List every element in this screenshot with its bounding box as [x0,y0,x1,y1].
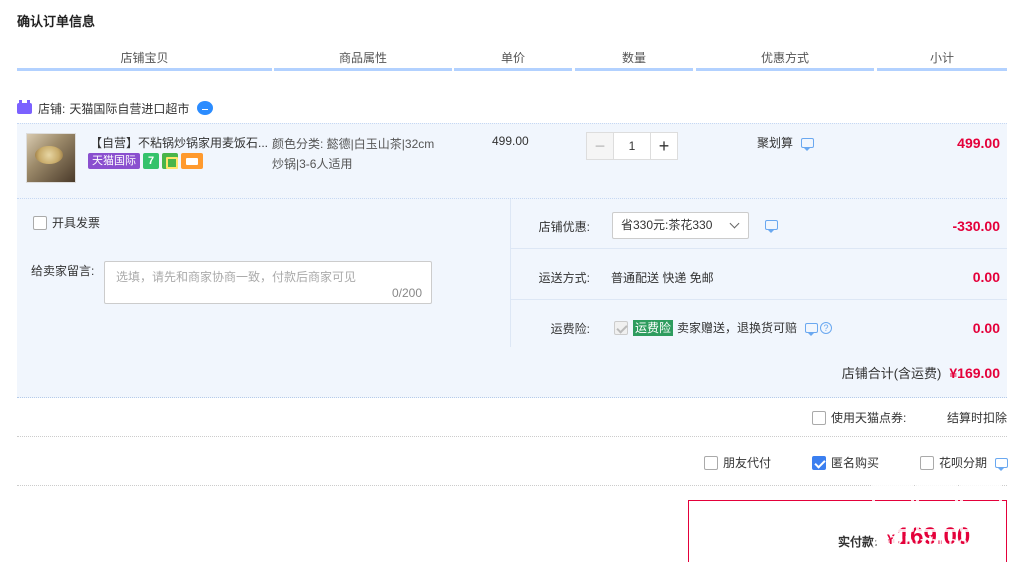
shop-total-label: 店铺合计(含运费) [841,366,942,381]
col-shop-item: 店铺宝贝 [17,49,272,71]
product-thumbnail[interactable] [26,133,76,183]
tmall-points-label: 使用天猫点券: [831,411,907,425]
memo-label: 给卖家留言: [31,264,95,278]
shop-name[interactable]: 天猫国际自营进口超市 [69,100,189,117]
seller-memo-input[interactable]: 选填，请先和商家协商一致，付款后商家可见 0/200 [104,261,432,304]
payment-summary: 实付款: ¥169.00 [688,500,1007,562]
friend-pay-checkbox[interactable] [704,455,718,470]
shop-line: 店铺: 天猫国际自营进口超市 [17,99,214,117]
col-attributes: 商品属性 [274,49,452,71]
insurance-text: 卖家赠送，退换货可赔 [677,321,798,335]
invoice-label: 开具发票 [52,216,101,230]
invoice-option[interactable]: 开具发票 [33,214,100,231]
col-quantity: 数量 [575,49,693,71]
huabei-label: 花呗分期 [939,456,988,470]
friend-pay-label: 朋友代付 [723,456,772,470]
invoice-checkbox[interactable] [33,215,47,230]
col-unit-price: 单价 [454,49,572,71]
product-name[interactable]: 【自营】不粘锅炒锅家用麦饭石... [90,134,275,151]
payment-amount: ¥169.00 [887,523,970,551]
shop-total-value: ¥169.00 [949,364,1000,381]
insurance-option: 运费险 卖家赠送，退换货可赔 ? [614,319,833,336]
tmall-cat-icon [17,99,32,114]
shipping-row: 运送方式: 普通配送 快递 免邮 0.00 [511,250,1007,300]
promo-type: 聚划算 [757,134,815,151]
shop-discount-row: 店铺优惠: 省330元:茶花330 -330.00 [511,199,1007,249]
attr-line: 炒锅|3-6人适用 [272,157,353,171]
anonymous-label: 匿名购买 [831,456,880,470]
qty-input[interactable]: 1 [614,132,650,160]
shipping-amount: 0.00 [972,269,1000,285]
order-item: 【自营】不粘锅炒锅家用麦饭石... 天猫国际 7 颜色分类: 懿德|白玉山茶|3… [17,123,1007,198]
shipping-label: 运送方式: [538,271,590,285]
product-badges: 天猫国际 7 [88,153,203,169]
huabei-checkbox[interactable] [920,455,934,470]
memo-char-count: 0/200 [391,286,422,300]
page-title: 确认订单信息 [17,14,96,29]
chat-icon[interactable] [197,101,214,115]
unit-price: 499.00 [492,134,529,148]
divider [17,485,1007,486]
tmall-points-option[interactable]: 使用天猫点券: [812,409,906,426]
message-icon[interactable] [805,322,819,336]
insurance-label: 运费险: [550,322,590,336]
quantity-stepper: − 1 + [586,132,678,160]
shop-total: 店铺合计(含运费) ¥169.00 [842,363,1000,382]
promo-label: 聚划算 [757,136,794,150]
memo-placeholder: 选填，请先和商家协商一致，付款后商家可见 [116,270,357,284]
shipping-method: 普通配送 快递 免邮 [611,271,714,285]
message-icon[interactable] [801,137,815,151]
payment-label: 实付款: [838,535,878,549]
payment-value: 169.00 [896,523,971,550]
shipping-insurance-row: 运费险: 运费险 卖家赠送，退换货可赔 ? 0.00 [511,301,1007,351]
product-attributes: 颜色分类: 懿德|白玉山茶|32cm 炒锅|3-6人适用 [272,134,452,174]
gift-icon [162,153,178,169]
friend-pay-option[interactable]: 朋友代付 [704,454,771,471]
huabei-option[interactable]: 花呗分期 [920,454,1009,471]
options-right: 店铺优惠: 省330元:茶花330 -330.00 运送方式: 普通配送 快递 … [511,199,1007,347]
shop-discount-select[interactable]: 省330元:茶花330 [612,212,749,239]
message-icon[interactable] [765,220,778,233]
select-value: 省330元:茶花330 [621,218,713,232]
item-subtotal: 499.00 [957,135,1000,151]
shop-prefix: 店铺: [38,101,66,116]
col-discount: 优惠方式 [696,49,874,71]
attr-line: 颜色分类: 懿德|白玉山茶|32cm [272,137,435,151]
anonymous-option[interactable]: 匿名购买 [812,454,879,471]
shop-discount-amount: -330.00 [952,218,1000,234]
options-left: 开具发票 给卖家留言: 选填，请先和商家协商一致，付款后商家可见 0/200 [17,199,511,347]
shop-discount-label: 店铺优惠: [538,220,590,234]
tmall-points-checkbox[interactable] [812,410,826,425]
currency-symbol: ¥ [887,531,895,547]
insurance-checkbox [614,320,628,335]
anonymous-checkbox[interactable] [812,455,826,470]
tmall-points-note: 结算时扣除 [946,411,1007,425]
column-header: 店铺宝贝 商品属性 单价 数量 优惠方式 小计 [17,49,1007,71]
tmall-intl-badge: 天猫国际 [88,153,140,169]
insurance-tag: 运费险 [633,319,674,336]
qty-decrease-button[interactable]: − [586,132,614,160]
col-subtotal: 小计 [877,49,1007,71]
help-icon[interactable]: ? [820,321,833,334]
card-payment-icon [181,153,203,169]
seven-day-return-icon: 7 [143,153,159,169]
qty-increase-button[interactable]: + [650,132,678,160]
order-options: 开具发票 给卖家留言: 选填，请先和商家协商一致，付款后商家可见 0/200 店… [17,198,1007,398]
message-icon[interactable] [995,457,1009,471]
chevron-down-icon [729,218,740,229]
insurance-amount: 0.00 [972,320,1000,336]
divider [17,436,1007,437]
